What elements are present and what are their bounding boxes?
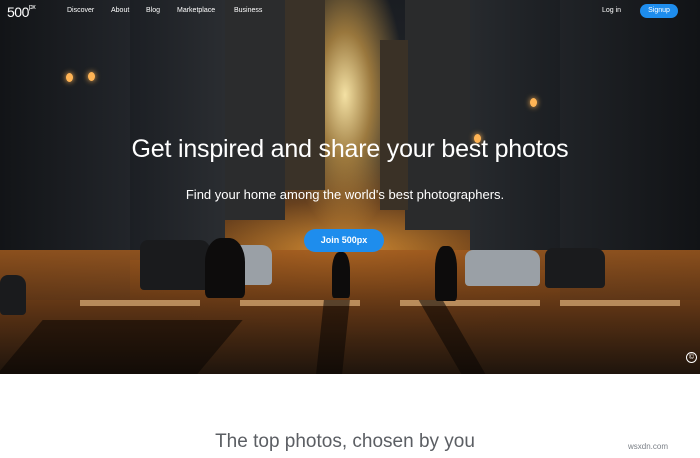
logo-superscript: px	[28, 4, 36, 12]
hero-headline: Get inspired and share your best photos	[131, 135, 569, 163]
logo-text: 500	[7, 4, 29, 20]
join-button[interactable]: Join 500px	[304, 229, 384, 252]
crosswalk-stripe	[560, 300, 680, 306]
nav-about[interactable]: About	[111, 7, 129, 14]
nav-marketplace[interactable]: Marketplace	[177, 7, 215, 14]
photo-credit-icon[interactable]: ©	[686, 352, 697, 363]
top-navigation: 500px Discover About Blog Marketplace Bu…	[0, 0, 700, 24]
car	[0, 275, 26, 315]
pedestrian-group	[205, 238, 245, 298]
car	[545, 248, 605, 288]
nav-business[interactable]: Business	[234, 7, 262, 14]
pedestrian	[435, 246, 457, 301]
street-lamp	[88, 72, 95, 81]
brand-logo[interactable]: 500px	[7, 4, 36, 20]
nav-blog[interactable]: Blog	[146, 7, 160, 14]
signup-button[interactable]: Signup	[640, 4, 678, 18]
street-lamp	[66, 73, 73, 82]
crosswalk-stripe	[80, 300, 200, 306]
nav-discover[interactable]: Discover	[67, 7, 94, 14]
watermark: wsxdn.com	[628, 442, 669, 451]
car	[140, 240, 210, 290]
street-lamp	[530, 98, 537, 107]
section-title: The top photos, chosen by you	[215, 431, 475, 452]
pedestrian	[332, 252, 350, 298]
login-link[interactable]: Log in	[602, 7, 621, 14]
building	[380, 40, 408, 210]
hero-subheadline: Find your home among the world's best ph…	[185, 187, 505, 202]
building	[130, 0, 225, 260]
car	[465, 250, 540, 286]
